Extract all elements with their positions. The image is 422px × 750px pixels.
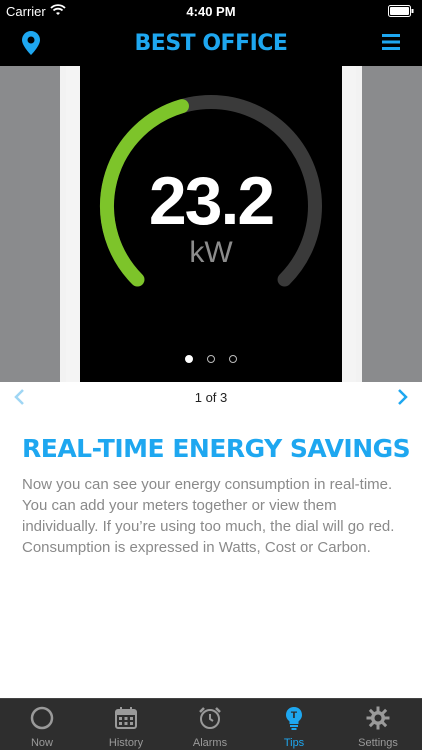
status-time: 4:40 PM [186, 4, 236, 19]
phone-mockup: 23.2 kW [66, 66, 356, 382]
phone-screen: 23.2 kW [80, 66, 342, 382]
tip-title: REAL-TIME ENERGY SAVINGS [22, 434, 411, 463]
tab-label: History [108, 737, 144, 749]
nav-bar: BEST OFFICE [0, 22, 422, 66]
gauge-unit: kW [189, 236, 233, 269]
tab-alarms[interactable]: Alarms [168, 699, 252, 750]
tab-history[interactable]: History [84, 699, 168, 750]
menu-icon[interactable] [382, 34, 400, 55]
page-title: BEST OFFICE [134, 31, 288, 56]
bulb-icon: T [286, 707, 302, 730]
page-dot [229, 355, 238, 363]
calendar-icon [115, 707, 137, 729]
page-dot [207, 355, 215, 363]
page-dot [184, 355, 193, 363]
tab-label: Alarms [192, 737, 228, 749]
alarm-icon [199, 707, 221, 729]
previous-slide-preview [0, 66, 66, 382]
tab-label: Now [30, 737, 53, 749]
tips-carousel[interactable]: 23.2 kW [0, 66, 422, 382]
svg-text:T: T [291, 711, 298, 721]
circle-icon [30, 706, 54, 730]
pager-label: 1 of 3 [194, 390, 228, 405]
tab-label: Settings [358, 737, 398, 749]
tab-settings[interactable]: Settings [336, 699, 420, 750]
tab-bar: Now History Alarms T Tips Settings [0, 698, 422, 750]
page-indicator [80, 350, 342, 368]
next-slide-preview [356, 66, 422, 382]
tip-body: Now you can see your energy consumption … [22, 476, 395, 556]
status-bar: Carrier 4:40 PM [0, 0, 422, 22]
chevron-right-icon[interactable] [397, 388, 409, 411]
tab-now[interactable]: Now [0, 699, 84, 750]
pager: 1 of 3 [0, 382, 422, 412]
tab-label: Tips [283, 737, 305, 749]
battery-icon [388, 5, 414, 20]
gauge-value: 23.2 [148, 163, 275, 239]
gear-icon [366, 706, 390, 730]
tab-tips[interactable]: T Tips [252, 699, 336, 750]
